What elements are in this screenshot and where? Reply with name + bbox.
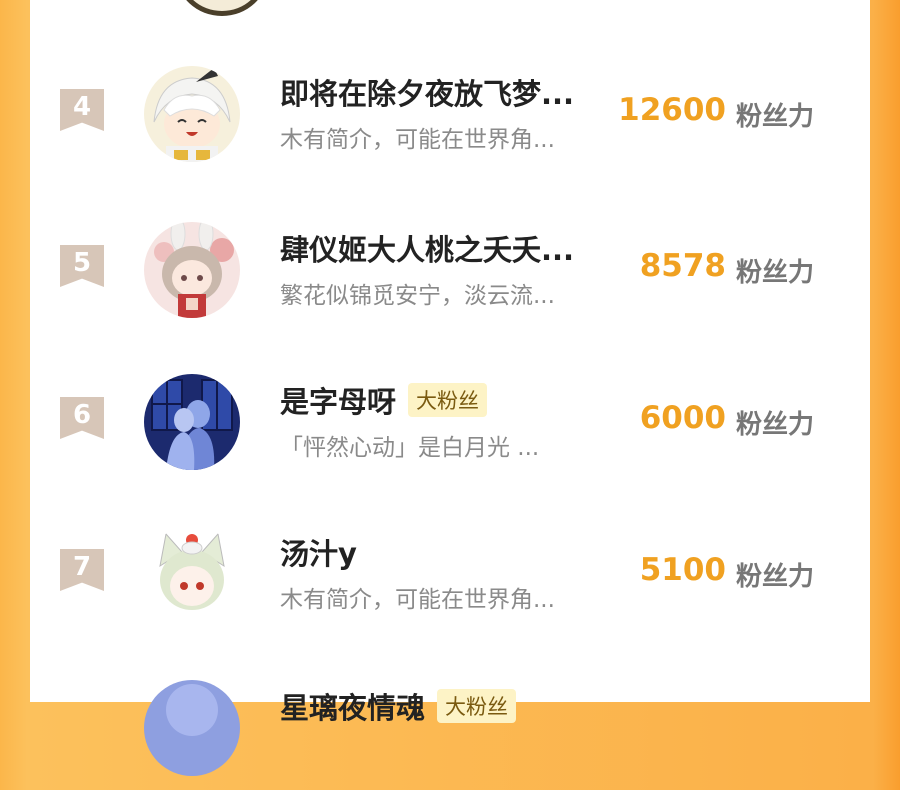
big-fan-badge: 大粉丝 [437, 689, 517, 723]
user-description: 「怦然心动」是白月光 ... [280, 435, 540, 461]
user-name[interactable]: 星璃夜情魂 [280, 685, 425, 727]
user-avatar[interactable] [144, 66, 240, 162]
anime-catgirl-avatar-icon [144, 526, 240, 622]
big-fan-badge: 大粉丝 [408, 383, 488, 417]
user-description: 木有简介，可能在世界角... [280, 587, 555, 613]
user-avatar[interactable] [144, 222, 240, 318]
ranking-row[interactable]: 星璃夜情魂 大粉丝 [30, 680, 870, 790]
blue-sky-avatar-icon [144, 680, 240, 776]
ranking-row[interactable]: 6 是字母呀 大粉丝 「怦然心动」是白月光 ... 6000 粉丝力 [30, 374, 870, 484]
avatar-previous-user[interactable] [176, 0, 268, 16]
user-name[interactable]: 是字母呀 [280, 379, 396, 421]
rank-ribbon-badge: 4 [60, 89, 104, 131]
fan-power-unit: 粉丝力 [736, 410, 815, 440]
rank-ribbon-badge: 7 [60, 549, 104, 591]
fan-power-unit: 粉丝力 [736, 258, 815, 288]
rank-ribbon-badge: 5 [60, 245, 104, 287]
user-name[interactable]: 即将在除夕夜放飞梦... [280, 71, 574, 113]
user-description: 木有简介，可能在世界角... [280, 127, 555, 153]
user-avatar[interactable] [144, 526, 240, 622]
fan-power-score: 12600 [618, 92, 726, 128]
user-avatar[interactable] [144, 680, 240, 776]
user-avatar[interactable] [144, 374, 240, 470]
user-description: 繁花似锦觅安宁，淡云流... [280, 283, 555, 309]
user-name[interactable]: 肆仪姬大人桃之夭夭... [280, 227, 574, 269]
anime-girl-bunny-avatar-icon [144, 222, 240, 318]
ranking-row[interactable]: 4 即将在除夕夜放飞梦... 木有简介，可能在世界角... 12600 粉丝力 [30, 66, 870, 176]
fan-power-score: 8578 [639, 248, 726, 284]
anime-couple-night-avatar-icon [144, 374, 240, 470]
fan-power-score: 6000 [639, 400, 726, 436]
user-name[interactable]: 汤汁y [280, 531, 357, 573]
ranking-row[interactable]: 5 肆仪姬大人桃之夭夭... 繁花似锦觅安宁，淡云流... 8578 粉丝力 [30, 222, 870, 332]
ranking-row[interactable]: 7 汤汁y 木有简介，可能在世界角... 5100 粉丝力 [30, 526, 870, 636]
chibi-girl-avatar-icon [144, 66, 240, 162]
fan-power-unit: 粉丝力 [736, 102, 815, 132]
fan-power-unit: 粉丝力 [736, 562, 815, 592]
ranking-panel: 4 即将在除夕夜放飞梦... 木有简介，可能在世界角... 12600 粉丝力 [30, 0, 870, 776]
fan-power-score: 5100 [639, 552, 726, 588]
rank-ribbon-badge: 6 [60, 397, 104, 439]
